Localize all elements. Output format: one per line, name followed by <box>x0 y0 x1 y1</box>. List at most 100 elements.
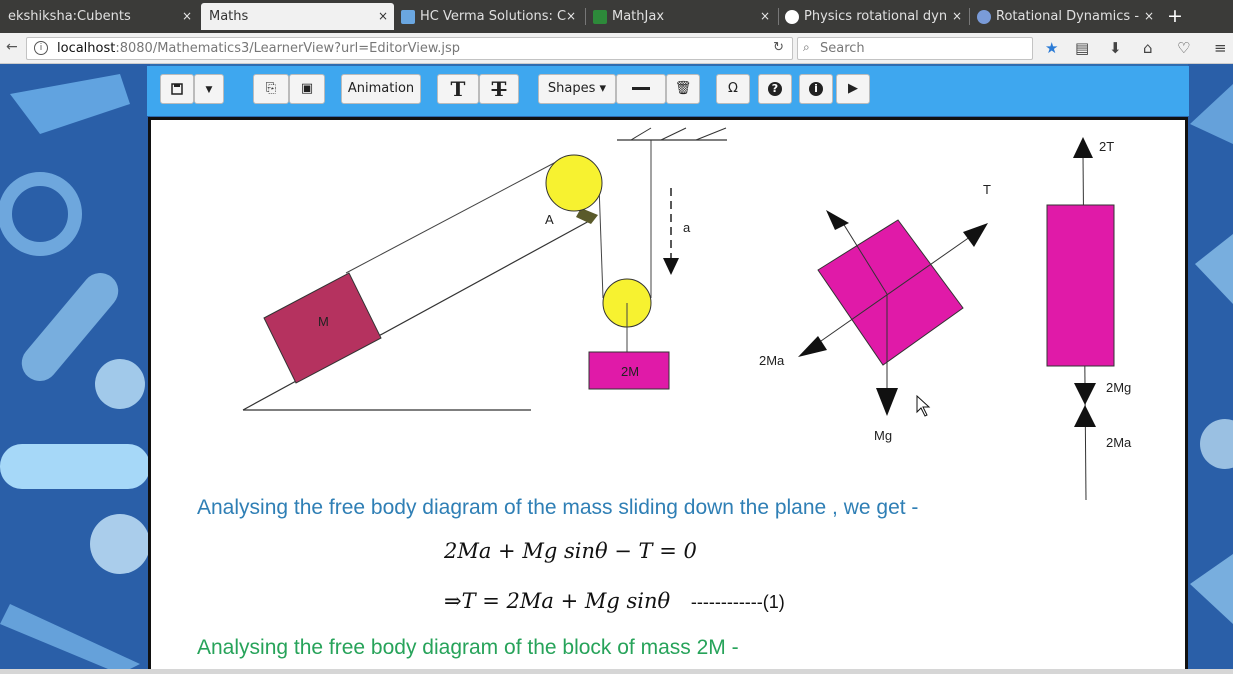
search-icon: ⌕ <box>803 40 810 54</box>
fbd2-inertial-arrowhead <box>1074 405 1096 427</box>
menu-icon[interactable]: ≡ <box>1214 39 1227 57</box>
copy-button[interactable]: ⎘ <box>253 74 289 104</box>
acceleration-arrowhead <box>663 258 679 275</box>
close-tab-icon[interactable]: × <box>182 3 192 30</box>
play-button[interactable]: ▶ <box>836 74 870 104</box>
save-icon <box>171 83 183 95</box>
globe-icon <box>977 10 991 24</box>
back-arrow-icon[interactable]: ← <box>6 39 18 55</box>
mouse-cursor-icon <box>916 394 931 417</box>
close-tab-icon[interactable]: × <box>566 3 576 30</box>
equation-2: ⇒T = 2Ma + Mg sinθ ------------(1) <box>444 589 785 613</box>
tab-title: Maths <box>209 9 249 24</box>
bookmark-star-icon[interactable]: ★ <box>1045 39 1058 57</box>
fbd-tension-arrowhead <box>963 223 988 247</box>
info-icon[interactable]: i <box>34 41 48 55</box>
fbd2-tension-arrowhead <box>1073 137 1093 158</box>
play-icon: ▶ <box>848 81 858 96</box>
fbd2-weight-arrowhead <box>1074 383 1096 405</box>
equation-2-body: ⇒T = 2Ma + Mg sinθ <box>444 589 671 613</box>
download-icon[interactable]: ⬇ <box>1109 39 1122 57</box>
delete-button[interactable]: 🗑 <box>666 74 700 104</box>
tab-separator <box>585 8 586 25</box>
browser-tab-bar: ekshiksha:Cubents × Maths × HC Verma Sol… <box>0 0 1233 33</box>
fbd2-weight-label: 2Mg <box>1106 380 1131 395</box>
text-tool-button[interactable]: T <box>437 74 479 104</box>
acceleration-label: a <box>683 220 691 235</box>
url-text: localhost:8080/Mathematics3/LearnerView?… <box>57 41 460 56</box>
string-segment <box>598 184 604 299</box>
clear-text-format-button[interactable]: T <box>479 74 519 104</box>
fbd2-inertial-label: 2Ma <box>1106 435 1132 450</box>
reading-list-icon[interactable]: ▤ <box>1075 39 1089 57</box>
tab-hc-verma[interactable]: HC Verma Solutions: C × <box>398 3 582 30</box>
tab-mathjax[interactable]: MathJax × <box>590 3 776 30</box>
save-button[interactable] <box>160 74 194 104</box>
info-circle-icon: i <box>809 81 823 96</box>
search-placeholder: Search <box>820 41 865 56</box>
tab-title: Physics rotational dyn <box>804 9 948 24</box>
close-tab-icon[interactable]: × <box>760 3 770 30</box>
paragraph-fbd-mass-m: Analysing the free body diagram of the m… <box>197 496 919 519</box>
paste-button[interactable]: ▣ <box>289 74 325 104</box>
tab-maths[interactable]: Maths × <box>201 3 394 30</box>
shapes-dropdown-button[interactable]: Shapes ▾ <box>538 74 616 104</box>
save-dropdown-button[interactable]: ▼ <box>194 74 224 104</box>
fbd-block-2m <box>1046 204 1115 367</box>
tab-title: ekshiksha:Cubents <box>8 9 131 24</box>
copy-icon: ⎘ <box>265 81 277 96</box>
paste-icon: ▣ <box>300 81 314 96</box>
fbd-tension-label: T <box>983 182 991 197</box>
help-button[interactable]: ? <box>758 74 792 104</box>
close-tab-icon[interactable]: × <box>1144 3 1154 30</box>
tab-title: HC Verma Solutions: C <box>420 9 567 24</box>
close-tab-icon[interactable]: × <box>378 3 388 30</box>
fbd-inertial-label: 2Ma <box>759 353 785 368</box>
tab-separator <box>969 8 970 25</box>
paragraph-fbd-mass-2m: Analysing the free body diagram of the b… <box>197 636 739 659</box>
new-tab-button[interactable]: + <box>1167 4 1183 28</box>
equation-2-tag: ------------(1) <box>690 592 785 612</box>
address-bar[interactable]: i localhost:8080/Mathematics3/LearnerVie… <box>26 37 793 60</box>
block-2m-label: 2M <box>621 364 639 379</box>
url-path: :8080/Mathematics3/LearnerView?url=Edito… <box>115 41 461 56</box>
fbd-weight-arrowhead <box>876 388 898 416</box>
caret-down-icon: ▼ <box>205 85 213 95</box>
google-icon <box>785 10 799 24</box>
search-input[interactable]: ⌕ Search <box>797 37 1033 60</box>
animation-button[interactable]: Animation <box>341 74 421 104</box>
fbd-inertial-arrowhead <box>798 336 827 357</box>
tab-title: MathJax <box>612 9 665 24</box>
trash-icon: 🗑 <box>674 81 692 96</box>
tab-title: Rotational Dynamics - <box>996 9 1140 24</box>
fbd-weight-label: Mg <box>874 428 892 443</box>
page-icon <box>401 10 415 24</box>
tab-separator <box>778 8 779 25</box>
line-tool-button[interactable] <box>616 74 666 104</box>
mathjax-icon <box>593 10 607 24</box>
pulley-point-label: A <box>545 212 554 227</box>
status-strip <box>0 669 1233 674</box>
tab-ekshiksha[interactable]: ekshiksha:Cubents × <box>0 3 198 30</box>
info-button[interactable]: i <box>799 74 833 104</box>
ceiling-hatch <box>695 127 727 141</box>
line-icon <box>632 87 650 90</box>
question-icon: ? <box>768 81 782 96</box>
navigation-bar: ← i localhost:8080/Mathematics3/LearnerV… <box>0 33 1233 64</box>
fixed-pulley <box>545 154 603 212</box>
fbd2-tension-label: 2T <box>1099 139 1114 154</box>
reload-icon[interactable]: ↻ <box>773 40 784 55</box>
url-host: localhost <box>57 41 116 56</box>
pocket-icon[interactable]: ♡ <box>1177 39 1190 57</box>
editor-toolbar: ▼ ⎘ ▣ Animation T T Shapes ▾ 🗑 Ω ? i ▶ <box>147 66 1189 116</box>
home-icon[interactable]: ⌂ <box>1143 39 1153 57</box>
symbol-button[interactable]: Ω <box>716 74 750 104</box>
editor-canvas[interactable]: M A 2M a T 2Ma Mg 2T 2Mg 2Ma Analysing t… <box>148 117 1188 674</box>
ceiling-hatch <box>660 127 687 141</box>
ceiling-hatch <box>630 127 652 141</box>
tab-rotational-dynamics[interactable]: Rotational Dynamics - × <box>974 3 1160 30</box>
equation-1: 2Ma + Mg sinθ − T = 0 <box>444 539 697 563</box>
close-tab-icon[interactable]: × <box>952 3 962 30</box>
block-m-label: M <box>318 314 329 329</box>
tab-physics-rotational[interactable]: Physics rotational dyn × <box>782 3 968 30</box>
